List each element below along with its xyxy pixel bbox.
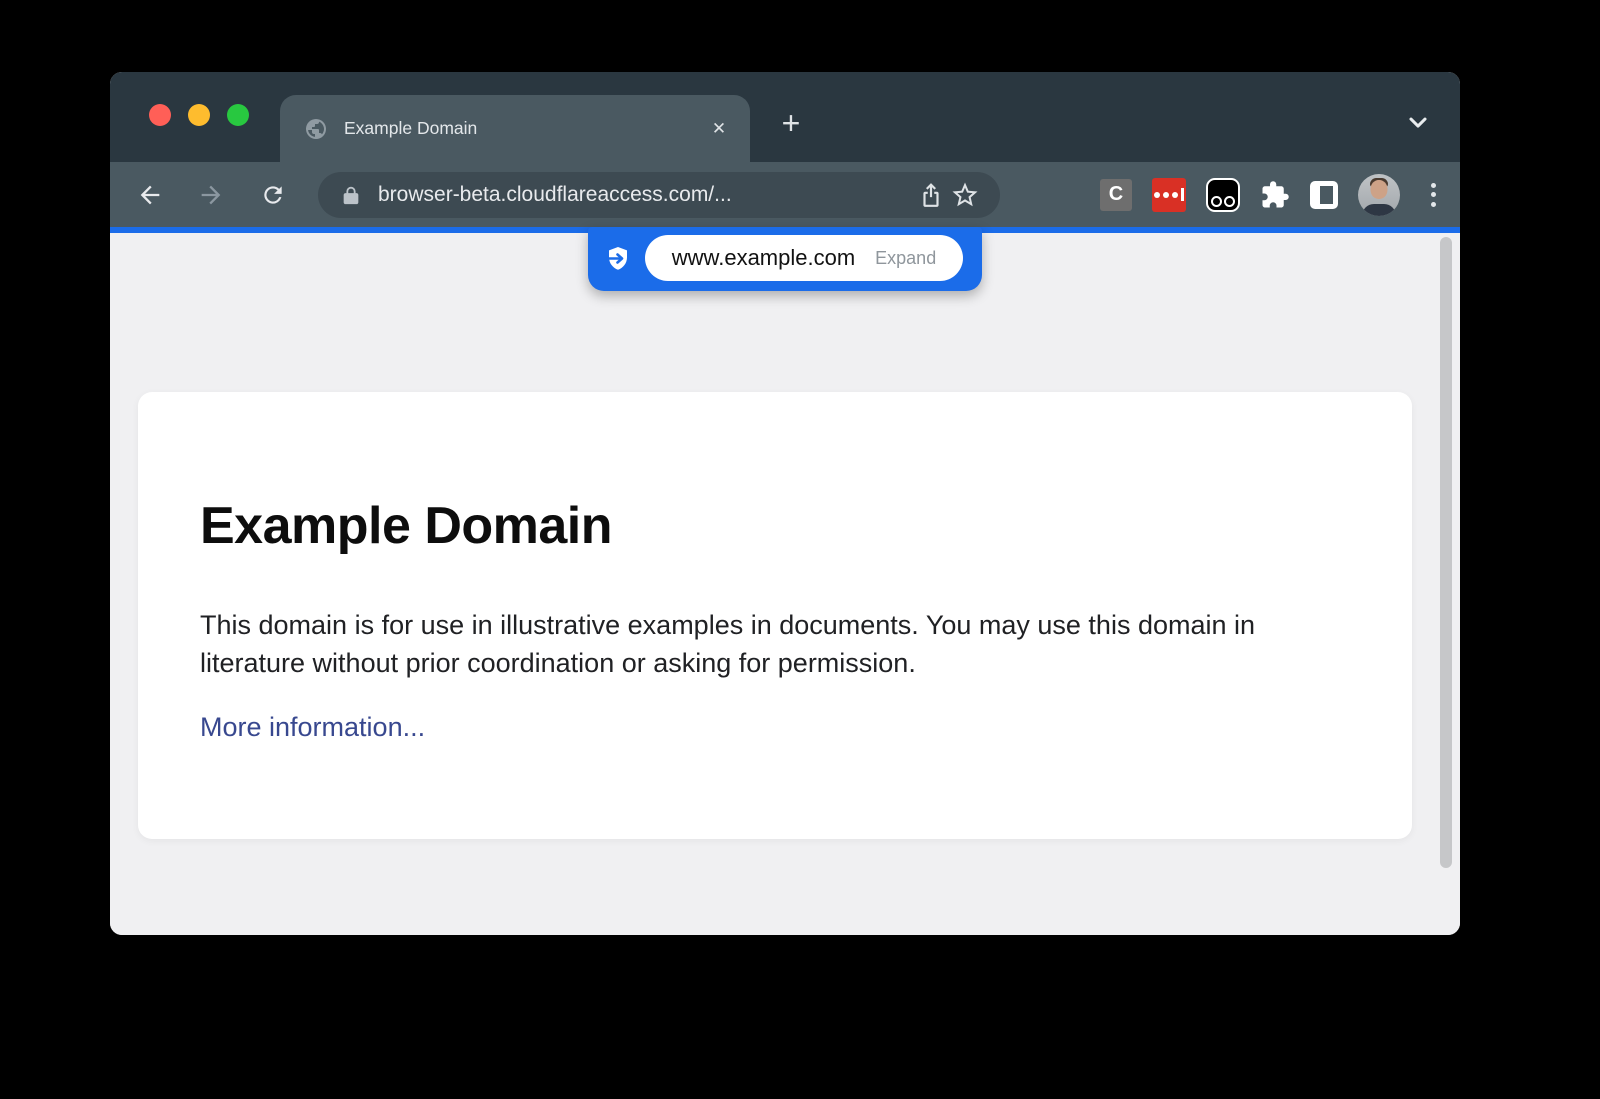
browser-menu-icon[interactable]: [1420, 183, 1446, 207]
tab-title: Example Domain: [344, 118, 706, 139]
tab-strip: Example Domain ✕ +: [110, 72, 1460, 162]
forward-button[interactable]: [189, 173, 233, 217]
browser-window: Example Domain ✕ + browser-beta.cloudfla…: [110, 72, 1460, 935]
reload-button[interactable]: [251, 173, 295, 217]
tab-close-icon[interactable]: ✕: [706, 116, 732, 142]
vertical-scrollbar[interactable]: [1440, 237, 1452, 868]
page-title: Example Domain: [200, 496, 1346, 556]
side-panel-icon[interactable]: [1310, 181, 1338, 209]
share-icon[interactable]: [914, 178, 948, 212]
tab-search-chevron-icon[interactable]: [1402, 106, 1434, 138]
page-body-text: This domain is for use in illustrative e…: [200, 606, 1346, 682]
url-text: browser-beta.cloudflareaccess.com/...: [378, 183, 914, 207]
extensions-puzzle-icon[interactable]: [1260, 180, 1290, 210]
toolbar: browser-beta.cloudflareaccess.com/... C: [110, 162, 1460, 227]
globe-favicon-icon: [304, 117, 328, 141]
lock-icon: [340, 184, 362, 206]
more-information-link[interactable]: More information...: [200, 712, 425, 743]
domain-text: www.example.com: [672, 245, 855, 271]
back-button[interactable]: [128, 173, 172, 217]
page-viewport: www.example.com Expand Example Domain Th…: [110, 233, 1460, 935]
address-bar[interactable]: browser-beta.cloudflareaccess.com/...: [318, 172, 1000, 218]
expand-label[interactable]: Expand: [875, 248, 936, 269]
active-tab[interactable]: Example Domain ✕: [280, 95, 750, 162]
new-tab-button[interactable]: +: [772, 104, 810, 142]
domain-pill[interactable]: www.example.com Expand: [645, 235, 963, 281]
remote-browser-domain-pill[interactable]: www.example.com Expand: [588, 227, 982, 291]
extensions-row: C: [1100, 162, 1446, 227]
window-minimize-button[interactable]: [188, 104, 210, 126]
window-zoom-button[interactable]: [227, 104, 249, 126]
lastpass-extension-icon[interactable]: [1152, 178, 1186, 212]
profile-avatar[interactable]: [1358, 174, 1400, 216]
goggles-extension-icon[interactable]: [1206, 178, 1240, 212]
c-extension-icon[interactable]: C: [1100, 179, 1132, 211]
window-close-button[interactable]: [149, 104, 171, 126]
bookmark-star-icon[interactable]: [948, 178, 982, 212]
shield-arrow-icon: [602, 244, 632, 274]
content-card: Example Domain This domain is for use in…: [138, 392, 1412, 839]
